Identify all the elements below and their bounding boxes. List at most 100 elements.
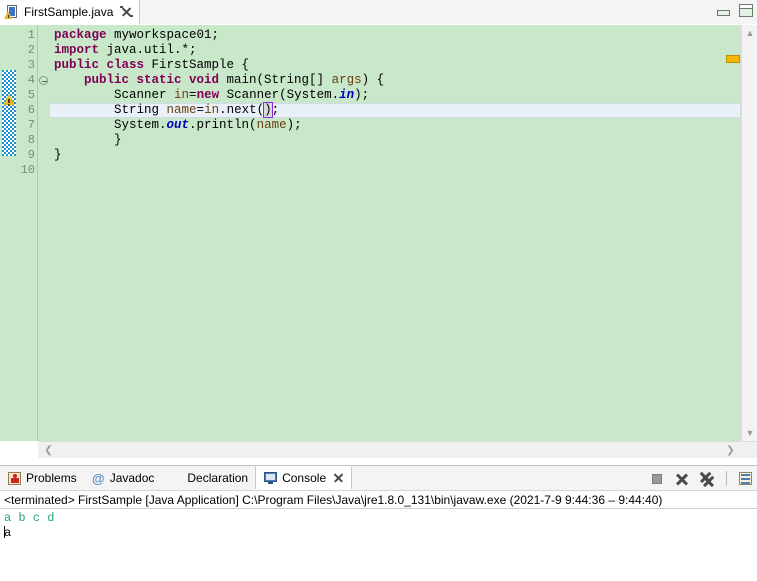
- code-token: .println(: [189, 118, 257, 132]
- code-token: ) {: [361, 73, 385, 87]
- code-line[interactable]: [50, 163, 757, 178]
- code-token: in: [174, 88, 190, 102]
- code-token: args: [331, 73, 362, 87]
- bottom-tab-label: Declaration: [187, 471, 249, 485]
- bottom-tab-declaration[interactable]: Declaration: [161, 466, 255, 490]
- editor-vertical-scrollbar[interactable]: ▲ ▼: [741, 25, 757, 441]
- maximize-icon[interactable]: [739, 4, 753, 17]
- code-token: }: [54, 148, 62, 162]
- code-editor-text[interactable]: package myworkspace01; import java.util.*…: [50, 25, 757, 441]
- close-icon[interactable]: [120, 5, 134, 18]
- code-token: new: [196, 88, 227, 102]
- code-token: in: [204, 103, 220, 117]
- bottom-view-panel: Problems @ Javadoc Declaration Console <term…: [0, 465, 757, 581]
- view-window-buttons: [716, 4, 753, 17]
- console-launch-header: <terminated> FirstSample [Java Applicati…: [0, 491, 757, 509]
- bottom-tab-problems[interactable]: Problems: [0, 466, 84, 490]
- code-token: =: [189, 88, 197, 102]
- code-token: FirstSample {: [151, 58, 250, 72]
- scroll-left-icon[interactable]: ❮: [40, 442, 57, 458]
- eclipse-ide-window: FirstSample.java 1 2 3 4 5 6 7 8 9 10 pa…: [0, 0, 757, 581]
- editor-annotation-column[interactable]: [0, 25, 18, 441]
- problems-icon: [7, 471, 22, 486]
- bottom-view-tab-bar: Problems @ Javadoc Declaration Console: [0, 466, 757, 491]
- console-input-text: a: [4, 526, 12, 540]
- scroll-up-icon[interactable]: ▲: [742, 25, 757, 41]
- code-line[interactable]: public static void main(String[] args) {: [50, 73, 757, 88]
- code-token: ;: [271, 103, 280, 117]
- stop-square-icon[interactable]: [649, 471, 665, 487]
- code-line[interactable]: System.out.println(name);: [50, 118, 757, 133]
- overview-warning-marker[interactable]: [726, 55, 740, 63]
- code-token: }: [54, 133, 122, 147]
- line-number: 10: [20, 163, 35, 177]
- code-line[interactable]: Scanner in=new Scanner(System.in);: [50, 88, 757, 103]
- console-input-line[interactable]: a: [4, 526, 753, 541]
- code-line[interactable]: String name=in.next();: [50, 102, 757, 118]
- fold-slot[interactable]: [38, 73, 50, 88]
- code-line[interactable]: }: [50, 133, 757, 148]
- scroll-down-icon[interactable]: ▼: [742, 425, 757, 441]
- fold-slot: [38, 148, 50, 163]
- declaration-icon: [168, 471, 183, 486]
- code-token: Scanner: [54, 88, 175, 102]
- editor-tab-firstsample-java[interactable]: FirstSample.java: [0, 0, 141, 25]
- double-x-icon[interactable]: [699, 471, 715, 487]
- editor-body: 1 2 3 4 5 6 7 8 9 10 package myworkspace01; import…: [0, 25, 757, 465]
- bottom-tab-javadoc[interactable]: @ Javadoc: [84, 466, 162, 490]
- code-token: name: [256, 118, 287, 132]
- line-number: 6: [27, 103, 35, 117]
- warning-icon[interactable]: [2, 92, 16, 106]
- code-line[interactable]: }: [50, 148, 757, 163]
- fold-slot: [38, 43, 50, 58]
- fold-collapse-icon[interactable]: [39, 76, 48, 85]
- console-toolbar: [649, 466, 757, 491]
- bottom-tab-console[interactable]: Console: [255, 466, 353, 490]
- console-output-area[interactable]: a b c d a: [0, 509, 757, 573]
- code-token: ): [263, 102, 273, 118]
- console-view-icon[interactable]: [738, 471, 754, 487]
- close-icon[interactable]: [332, 472, 344, 484]
- line-number: 2: [27, 43, 35, 57]
- code-token: String: [54, 103, 167, 117]
- code-line[interactable]: package myworkspace01;: [50, 28, 757, 43]
- code-token: .next(: [219, 103, 265, 117]
- fold-slot: [38, 118, 50, 133]
- code-line[interactable]: public class FirstSample {: [50, 58, 757, 73]
- fold-slot: [38, 88, 50, 103]
- code-token: Scanner(System.: [226, 88, 340, 102]
- line-number: 9: [27, 148, 35, 162]
- javadoc-icon: @: [91, 470, 105, 486]
- line-number: 7: [27, 118, 35, 132]
- line-number-ruler: 1 2 3 4 5 6 7 8 9 10: [18, 25, 38, 441]
- code-token: import: [54, 43, 107, 57]
- editor-horizontal-scrollbar[interactable]: ❮ ❯: [38, 441, 757, 458]
- line-number: 4: [27, 73, 35, 87]
- fold-slot: [38, 103, 50, 118]
- code-token: java.util.*;: [106, 43, 197, 57]
- folding-column[interactable]: [38, 25, 50, 441]
- line-number: 5: [27, 88, 35, 102]
- bottom-tab-label: Console: [282, 470, 327, 485]
- code-token: );: [354, 88, 370, 102]
- code-token: main(String[]: [226, 73, 332, 87]
- x-icon[interactable]: [674, 471, 690, 487]
- scroll-right-icon[interactable]: ❯: [722, 442, 739, 458]
- bottom-tab-label: Javadoc: [109, 471, 155, 485]
- code-token: );: [286, 118, 302, 132]
- line-number: 1: [27, 28, 35, 42]
- code-token: package: [54, 28, 115, 42]
- bottom-tab-label: Problems: [26, 471, 77, 485]
- console-icon: [263, 470, 278, 485]
- code-token: System.: [54, 118, 167, 132]
- code-line[interactable]: import java.util.*;: [50, 43, 757, 58]
- editor-tab-bar: FirstSample.java: [0, 0, 757, 25]
- change-bar-stripe: [2, 70, 16, 156]
- fold-slot: [38, 163, 50, 178]
- code-token: public static void: [84, 73, 227, 87]
- editor-inner: 1 2 3 4 5 6 7 8 9 10 package myworkspace01; import…: [0, 25, 757, 441]
- minimize-icon[interactable]: [716, 4, 730, 17]
- fold-slot: [38, 58, 50, 73]
- code-token: name: [166, 103, 197, 117]
- line-number: 8: [27, 133, 35, 147]
